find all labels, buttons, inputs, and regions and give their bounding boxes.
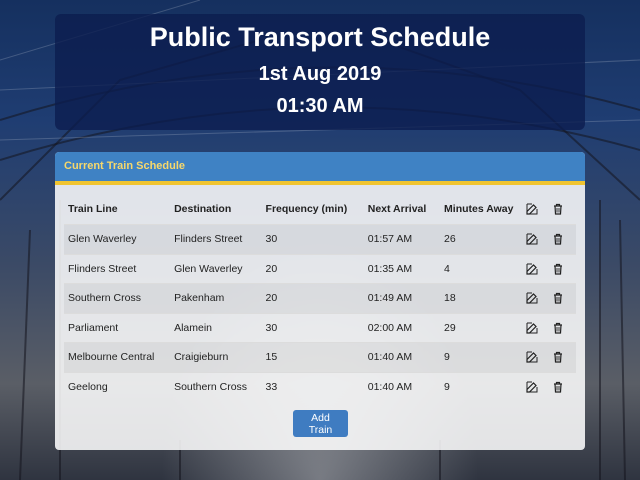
table-row: Melbourne Central Craigieburn 15 01:40 A… xyxy=(64,342,576,372)
cell-minutes-away: 4 xyxy=(440,253,523,284)
cell-destination: Glen Waverley xyxy=(170,253,262,284)
edit-icon[interactable] xyxy=(526,292,538,304)
edit-cell xyxy=(522,342,549,372)
cell-frequency: 30 xyxy=(261,312,364,343)
cell-next-arrival: 01:49 AM xyxy=(363,283,441,313)
trash-icon[interactable] xyxy=(552,381,564,393)
col-minutes-away: Minutes Away xyxy=(444,203,514,215)
cell-frequency: 20 xyxy=(261,283,364,313)
cell-next-arrival: 01:40 AM xyxy=(363,371,441,401)
edit-cell xyxy=(522,224,549,254)
delete-cell xyxy=(548,253,576,284)
delete-cell xyxy=(548,342,576,372)
cell-destination: Southern Cross xyxy=(170,371,262,401)
cell-minutes-away: 9 xyxy=(440,342,523,372)
table-row: Flinders Street Glen Waverley 20 01:35 A… xyxy=(64,253,576,284)
schedule-table: Train Line Destination Frequency (min) N… xyxy=(64,194,576,401)
add-train-button[interactable]: Add Train xyxy=(293,410,348,437)
edit-icon[interactable] xyxy=(526,263,538,275)
cell-destination: Craigieburn xyxy=(170,342,262,372)
edit-icon[interactable] xyxy=(526,351,538,363)
edit-icon[interactable] xyxy=(526,203,538,215)
col-train-line: Train Line xyxy=(68,203,118,215)
table-row: Southern Cross Pakenham 20 01:49 AM 18 xyxy=(64,283,576,313)
trash-icon[interactable] xyxy=(552,292,564,304)
edit-icon[interactable] xyxy=(526,322,538,334)
current-time: 01:30 AM xyxy=(276,95,364,117)
cell-train-line: Geelong xyxy=(64,371,171,401)
cell-train-line: Flinders Street xyxy=(64,253,171,284)
cell-train-line: Melbourne Central xyxy=(64,342,171,372)
table-row: Parliament Alamein 30 02:00 AM 29 xyxy=(64,312,576,343)
header-delete-icon-cell xyxy=(548,194,576,225)
table-row: Geelong Southern Cross 33 01:40 AM 9 xyxy=(64,371,576,401)
header-edit-icon-cell xyxy=(522,194,548,225)
trash-icon[interactable] xyxy=(552,233,564,245)
col-next-arrival: Next Arrival xyxy=(367,203,427,215)
cell-destination: Flinders Street xyxy=(170,224,262,254)
cell-next-arrival: 01:57 AM xyxy=(363,224,441,254)
cell-next-arrival: 01:40 AM xyxy=(363,342,441,372)
current-date: 1st Aug 2019 xyxy=(258,63,382,85)
delete-cell xyxy=(548,224,576,254)
cell-frequency: 15 xyxy=(261,342,364,372)
cell-minutes-away: 9 xyxy=(440,371,523,401)
edit-cell xyxy=(522,253,549,284)
panel-title: Current Train Schedule xyxy=(55,152,585,185)
delete-cell xyxy=(548,283,576,313)
cell-minutes-away: 26 xyxy=(440,224,523,254)
cell-train-line: Southern Cross xyxy=(64,283,171,313)
edit-icon[interactable] xyxy=(526,233,538,245)
edit-cell xyxy=(522,371,549,401)
trash-icon[interactable] xyxy=(552,351,564,363)
page-title: Public Transport Schedule xyxy=(149,22,491,52)
cell-frequency: 33 xyxy=(261,371,364,401)
edit-icon[interactable] xyxy=(526,381,538,393)
cell-next-arrival: 02:00 AM xyxy=(363,312,441,343)
trash-icon[interactable] xyxy=(552,322,564,334)
cell-train-line: Glen Waverley xyxy=(64,224,171,254)
delete-cell xyxy=(548,371,576,401)
header-banner: Public Transport Schedule 1st Aug 2019 0… xyxy=(55,14,585,130)
delete-cell xyxy=(548,312,576,343)
edit-cell xyxy=(522,283,549,313)
cell-destination: Alamein xyxy=(170,312,262,343)
cell-destination: Pakenham xyxy=(170,283,262,313)
cell-minutes-away: 29 xyxy=(440,312,523,343)
table-row: Glen Waverley Flinders Street 30 01:57 A… xyxy=(64,224,576,254)
col-frequency: Frequency (min) xyxy=(265,203,348,215)
trash-icon[interactable] xyxy=(552,263,564,275)
schedule-panel: Current Train Schedule Train Line Destin… xyxy=(55,152,585,450)
col-destination: Destination xyxy=(174,203,232,215)
cell-train-line: Parliament xyxy=(64,312,171,343)
edit-cell xyxy=(522,312,549,343)
table-header-row: Train Line Destination Frequency (min) N… xyxy=(64,194,576,225)
cell-next-arrival: 01:35 AM xyxy=(363,253,441,284)
trash-icon[interactable] xyxy=(552,203,564,215)
cell-minutes-away: 18 xyxy=(440,283,523,313)
cell-frequency: 20 xyxy=(261,253,364,284)
cell-frequency: 30 xyxy=(261,224,364,254)
schedule-table-wrap: Train Line Destination Frequency (min) N… xyxy=(64,194,576,401)
